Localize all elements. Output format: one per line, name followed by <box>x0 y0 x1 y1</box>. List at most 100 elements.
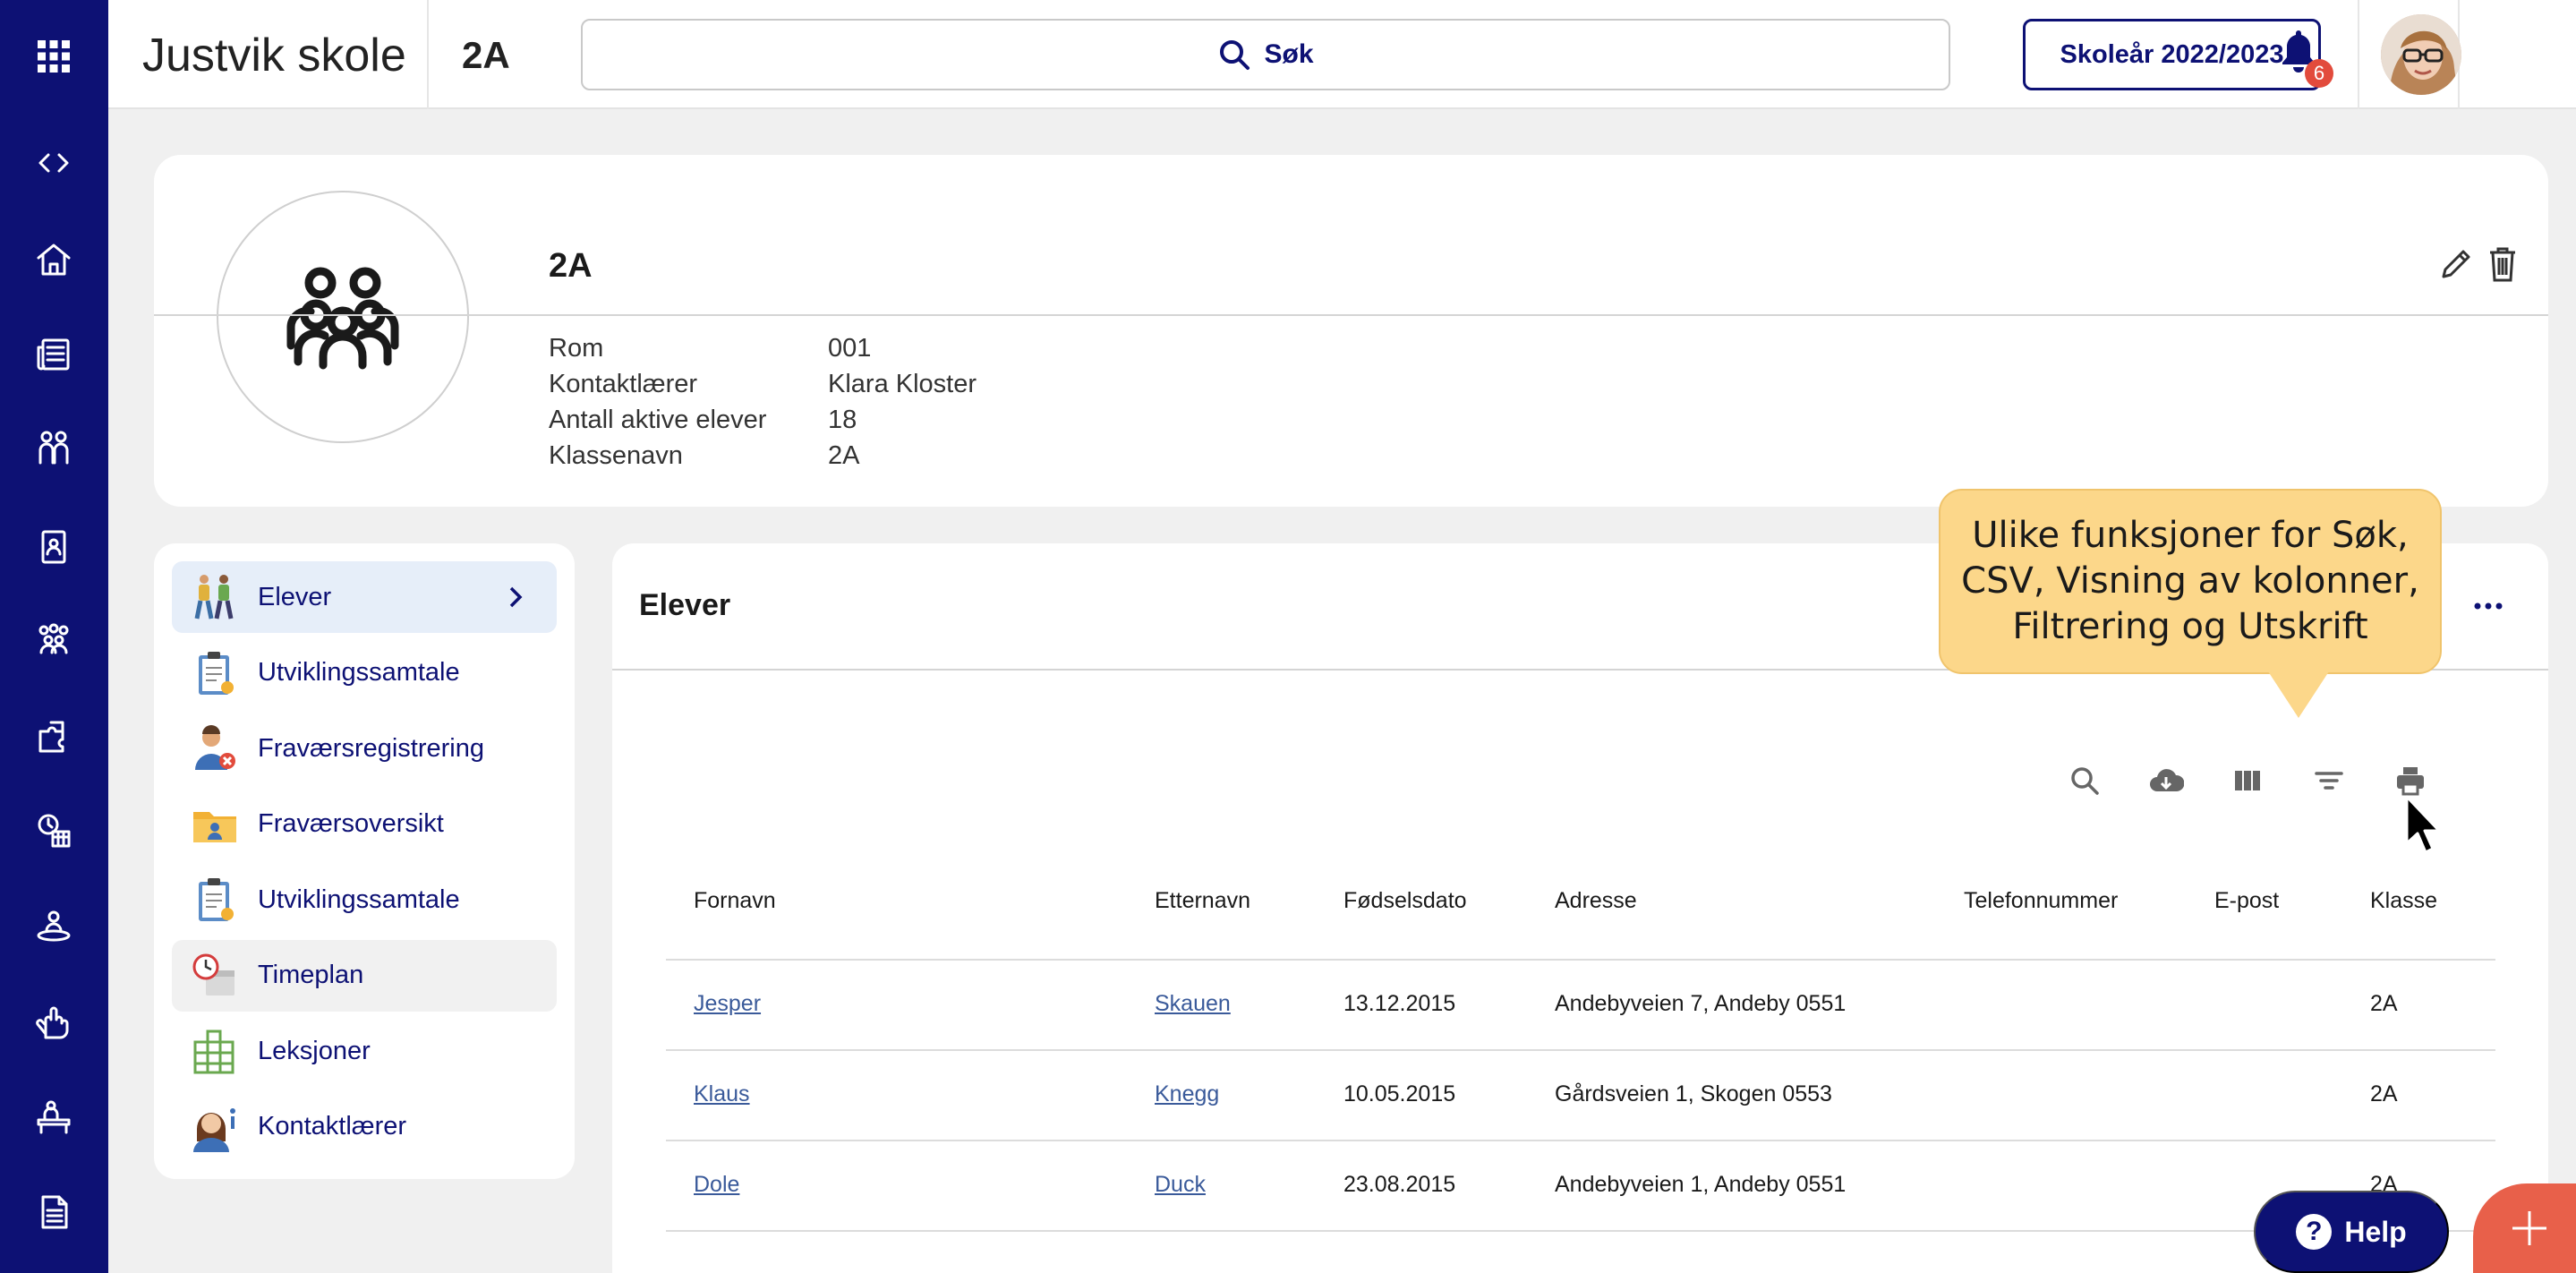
delete-trash-icon[interactable] <box>2485 244 2521 284</box>
feature-tooltip: Ulike funksjoner for Søk, CSV, Visning a… <box>1939 489 2442 674</box>
filter-icon[interactable] <box>2307 758 2351 803</box>
group-avatar-icon <box>217 191 469 443</box>
class-title: 2A <box>549 247 593 285</box>
cell-fodselsdato: 13.12.2015 <box>1343 991 1456 1016</box>
schedule-icon[interactable] <box>27 804 81 858</box>
question-mark-icon: ? <box>2296 1214 2333 1250</box>
id-badge-icon[interactable] <box>27 519 81 573</box>
teacher-icon <box>190 1102 240 1152</box>
plus-icon <box>2512 1211 2546 1245</box>
menu-item-fravaersregistrering[interactable]: Fraværsregistrering <box>172 713 557 784</box>
menu-item-fravaersoversikt[interactable]: Fraværsoversikt <box>172 789 557 860</box>
menu-item-label: Kontaktlærer <box>258 1112 407 1141</box>
document-icon[interactable] <box>27 1185 81 1239</box>
menu-item-leksjoner[interactable]: Leksjoner <box>172 1015 557 1087</box>
divider <box>427 0 429 109</box>
column-header-klasse[interactable]: Klasse <box>2370 888 2437 914</box>
search-label: Søk <box>1264 39 1314 69</box>
side-rail <box>0 0 108 1273</box>
search-input[interactable]: Søk <box>581 19 1950 90</box>
desk-icon[interactable] <box>27 1090 81 1144</box>
info-label-rom: Rom <box>549 334 604 363</box>
info-label-antall-elever: Antall aktive elever <box>549 406 767 434</box>
cell-adresse: Gårdsveien 1, Skogen 0553 <box>1555 1081 1832 1106</box>
divider <box>154 314 2548 316</box>
lessons-grid-icon <box>190 1026 240 1076</box>
row-rule <box>666 1230 2495 1232</box>
column-header-fodselsdato[interactable]: Fødselsdato <box>1343 888 1467 914</box>
menu-item-utviklingssamtale-2[interactable]: Utviklingssamtale <box>172 864 557 936</box>
cell-adresse: Andebyveien 1, Andeby 0551 <box>1555 1172 1847 1197</box>
view-columns-icon[interactable] <box>2225 758 2270 803</box>
row-rule <box>666 1140 2495 1141</box>
cell-fornavn[interactable]: Jesper <box>694 991 761 1017</box>
class-side-menu: Elever Utviklingssamtale Fraværsregistre… <box>154 543 575 1179</box>
notification-count-badge: 6 <box>2305 59 2333 88</box>
home-icon[interactable] <box>27 233 81 286</box>
class-header-card: 2A Rom 001 Kontaktlærer Klara Kloster An… <box>154 155 2548 507</box>
cell-klasse: 2A <box>2370 991 2398 1016</box>
edit-pencil-icon[interactable] <box>2436 244 2476 284</box>
panel-title: Elever <box>639 588 731 622</box>
column-header-epost[interactable]: E-post <box>2214 888 2279 914</box>
table-search-icon[interactable] <box>2062 758 2107 803</box>
students-walking-icon <box>190 572 240 622</box>
absent-person-icon <box>190 723 240 773</box>
apps-grid-icon[interactable] <box>27 30 81 83</box>
cell-fodselsdato: 23.08.2015 <box>1343 1172 1456 1197</box>
csv-download-icon[interactable] <box>2144 758 2188 803</box>
menu-item-label: Fraværsoversikt <box>258 809 444 838</box>
user-avatar[interactable] <box>2381 14 2461 95</box>
menu-item-utviklingssamtale[interactable]: Utviklingssamtale <box>172 637 557 709</box>
more-options-icon[interactable] <box>2470 597 2506 615</box>
hand-icon[interactable] <box>27 995 81 1049</box>
news-icon[interactable] <box>27 328 81 381</box>
clipboard-icon <box>190 875 240 925</box>
info-value-klassenavn: 2A <box>828 441 860 470</box>
puzzle-icon[interactable] <box>27 709 81 763</box>
info-value-rom: 001 <box>828 334 872 363</box>
row-rule <box>666 1049 2495 1051</box>
menu-item-label: Timeplan <box>258 961 364 989</box>
top-bar: Justvik skole 2A Søk Skoleår 2022/2023 <box>108 0 2576 109</box>
clipboard-icon <box>190 648 240 698</box>
menu-item-kontaktlaerer[interactable]: Kontaktlærer <box>172 1091 557 1163</box>
clock-calendar-icon <box>190 951 240 1001</box>
column-header-adresse[interactable]: Adresse <box>1555 888 1637 914</box>
menu-item-label: Leksjoner <box>258 1036 371 1065</box>
search-icon <box>1220 40 1250 70</box>
help-button[interactable]: ? Help <box>2254 1191 2449 1273</box>
school-name[interactable]: Justvik skole <box>142 29 406 82</box>
column-header-fornavn[interactable]: Fornavn <box>694 888 776 914</box>
code-toggle-icon[interactable] <box>27 136 81 190</box>
cell-fornavn[interactable]: Klaus <box>694 1081 750 1107</box>
cell-etternavn[interactable]: Duck <box>1155 1172 1206 1198</box>
cell-etternavn[interactable]: Knegg <box>1155 1081 1219 1107</box>
class-info-list: Rom 001 Kontaktlærer Klara Kloster Antal… <box>549 330 1096 474</box>
menu-item-label: Elever <box>258 582 332 611</box>
info-value-antall-elever: 18 <box>828 406 857 434</box>
groups-icon[interactable] <box>27 612 81 666</box>
info-value-kontaktlaerer: Klara Kloster <box>828 370 977 398</box>
cell-etternavn[interactable]: Skauen <box>1155 991 1231 1017</box>
menu-item-label: Utviklingssamtale <box>258 658 460 687</box>
info-label-kontaktlaerer: Kontaktlærer <box>549 370 698 398</box>
menu-item-label: Utviklingssamtale <box>258 884 460 914</box>
menu-item-label: Fraværsregistrering <box>258 733 484 763</box>
folder-person-icon <box>190 799 240 850</box>
cell-fornavn[interactable]: Dole <box>694 1172 739 1198</box>
menu-item-elever[interactable]: Elever <box>172 561 557 633</box>
column-header-telefon[interactable]: Telefonnummer <box>1964 888 2118 914</box>
cell-fodselsdato: 10.05.2015 <box>1343 1081 1456 1106</box>
menu-item-timeplan[interactable]: Timeplan <box>172 939 557 1012</box>
tooltip-pointer <box>2268 671 2329 718</box>
person-network-icon[interactable] <box>27 900 81 953</box>
students-icon[interactable] <box>27 421 81 474</box>
divider <box>2358 0 2359 109</box>
column-header-etternavn[interactable]: Etternavn <box>1155 888 1250 914</box>
mouse-cursor-icon <box>2405 795 2441 854</box>
chevron-right-icon <box>509 586 523 608</box>
header-rule <box>666 959 2495 961</box>
info-label-klassenavn: Klassenavn <box>549 441 683 470</box>
help-label: Help <box>2344 1215 2407 1248</box>
